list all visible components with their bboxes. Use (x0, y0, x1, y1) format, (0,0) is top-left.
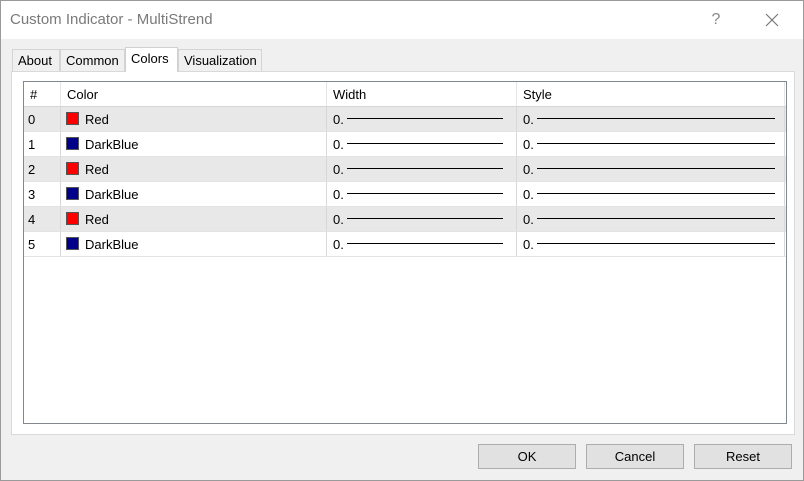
color-cell[interactable]: DarkBlue (61, 132, 327, 156)
tab-about[interactable]: About (12, 49, 60, 71)
width-cell[interactable]: 0. (327, 132, 517, 156)
window-title: Custom Indicator - MultiStrend (10, 11, 213, 28)
width-cell[interactable]: 0. (327, 157, 517, 181)
reset-button[interactable]: Reset (694, 444, 792, 469)
width-value: 0. (333, 237, 344, 252)
width-value: 0. (333, 187, 344, 202)
color-name: Red (85, 162, 109, 177)
tab-common[interactable]: Common (60, 49, 125, 71)
index-cell: 4 (24, 207, 61, 231)
width-value: 0. (333, 112, 344, 127)
width-line-preview (347, 218, 503, 219)
width-line-preview (347, 168, 503, 169)
color-swatch[interactable] (66, 112, 79, 125)
style-line-preview (537, 143, 775, 144)
row-index: 3 (28, 187, 36, 202)
index-cell: 2 (24, 157, 61, 181)
color-cell[interactable]: DarkBlue (61, 232, 327, 256)
style-line-preview (537, 243, 775, 244)
width-value: 0. (333, 162, 344, 177)
style-value: 0. (523, 187, 534, 202)
style-cell[interactable]: 0. (517, 207, 785, 231)
tab-colors[interactable]: Colors (125, 47, 178, 72)
style-cell[interactable]: 0. (517, 107, 785, 131)
row-index: 1 (28, 137, 36, 152)
ok-button[interactable]: OK (478, 444, 576, 469)
table-row[interactable]: 4 Red 0. 0. (24, 207, 786, 232)
width-line-preview (347, 243, 503, 244)
colors-table: # Color Width Style 0 Red 0. 0. 1 DarkBl… (23, 81, 787, 424)
style-cell[interactable]: 0. (517, 232, 785, 256)
index-cell: 3 (24, 182, 61, 206)
tab-visualization[interactable]: Visualization (178, 49, 262, 71)
cancel-button[interactable]: Cancel (586, 444, 684, 469)
colors-panel: # Color Width Style 0 Red 0. 0. 1 DarkBl… (11, 71, 795, 435)
width-cell[interactable]: 0. (327, 107, 517, 131)
style-line-preview (537, 218, 775, 219)
table-row[interactable]: 1 DarkBlue 0. 0. (24, 132, 786, 157)
table-row[interactable]: 2 Red 0. 0. (24, 157, 786, 182)
header-color: Color (61, 82, 327, 106)
help-button[interactable]: ? (693, 1, 739, 39)
table-row[interactable]: 5 DarkBlue 0. 0. (24, 232, 786, 257)
color-cell[interactable]: DarkBlue (61, 182, 327, 206)
table-row[interactable]: 0 Red 0. 0. (24, 107, 786, 132)
style-value: 0. (523, 137, 534, 152)
style-line-preview (537, 193, 775, 194)
color-swatch[interactable] (66, 162, 79, 175)
header-style: Style (517, 82, 785, 106)
width-cell[interactable]: 0. (327, 207, 517, 231)
color-name: Red (85, 112, 109, 127)
index-cell: 0 (24, 107, 61, 131)
table-header: # Color Width Style (24, 82, 786, 107)
color-name: DarkBlue (85, 237, 139, 252)
index-cell: 1 (24, 132, 61, 156)
style-cell[interactable]: 0. (517, 157, 785, 181)
width-line-preview (347, 118, 503, 119)
width-value: 0. (333, 212, 344, 227)
color-swatch[interactable] (66, 212, 79, 225)
close-icon (765, 13, 779, 27)
close-button[interactable] (749, 1, 795, 39)
style-cell[interactable]: 0. (517, 182, 785, 206)
style-value: 0. (523, 237, 534, 252)
custom-indicator-dialog: Custom Indicator - MultiStrend ? About C… (0, 0, 804, 481)
help-icon: ? (711, 11, 721, 28)
table-row[interactable]: 3 DarkBlue 0. 0. (24, 182, 786, 207)
color-name: Red (85, 212, 109, 227)
style-value: 0. (523, 162, 534, 177)
row-index: 5 (28, 237, 36, 252)
color-cell[interactable]: Red (61, 207, 327, 231)
width-line-preview (347, 143, 503, 144)
width-line-preview (347, 193, 503, 194)
width-value: 0. (333, 137, 344, 152)
row-index: 2 (28, 162, 36, 177)
style-value: 0. (523, 112, 534, 127)
color-swatch[interactable] (66, 237, 79, 250)
row-index: 0 (28, 112, 36, 127)
title-bar: Custom Indicator - MultiStrend ? (1, 1, 803, 39)
style-value: 0. (523, 212, 534, 227)
width-cell[interactable]: 0. (327, 182, 517, 206)
style-line-preview (537, 118, 775, 119)
color-swatch[interactable] (66, 187, 79, 200)
width-cell[interactable]: 0. (327, 232, 517, 256)
style-cell[interactable]: 0. (517, 132, 785, 156)
header-width: Width (327, 82, 517, 106)
color-name: DarkBlue (85, 187, 139, 202)
color-cell[interactable]: Red (61, 157, 327, 181)
color-cell[interactable]: Red (61, 107, 327, 131)
row-index: 4 (28, 212, 36, 227)
index-cell: 5 (24, 232, 61, 256)
style-line-preview (537, 168, 775, 169)
header-index: # (24, 82, 61, 106)
color-name: DarkBlue (85, 137, 139, 152)
color-swatch[interactable] (66, 137, 79, 150)
